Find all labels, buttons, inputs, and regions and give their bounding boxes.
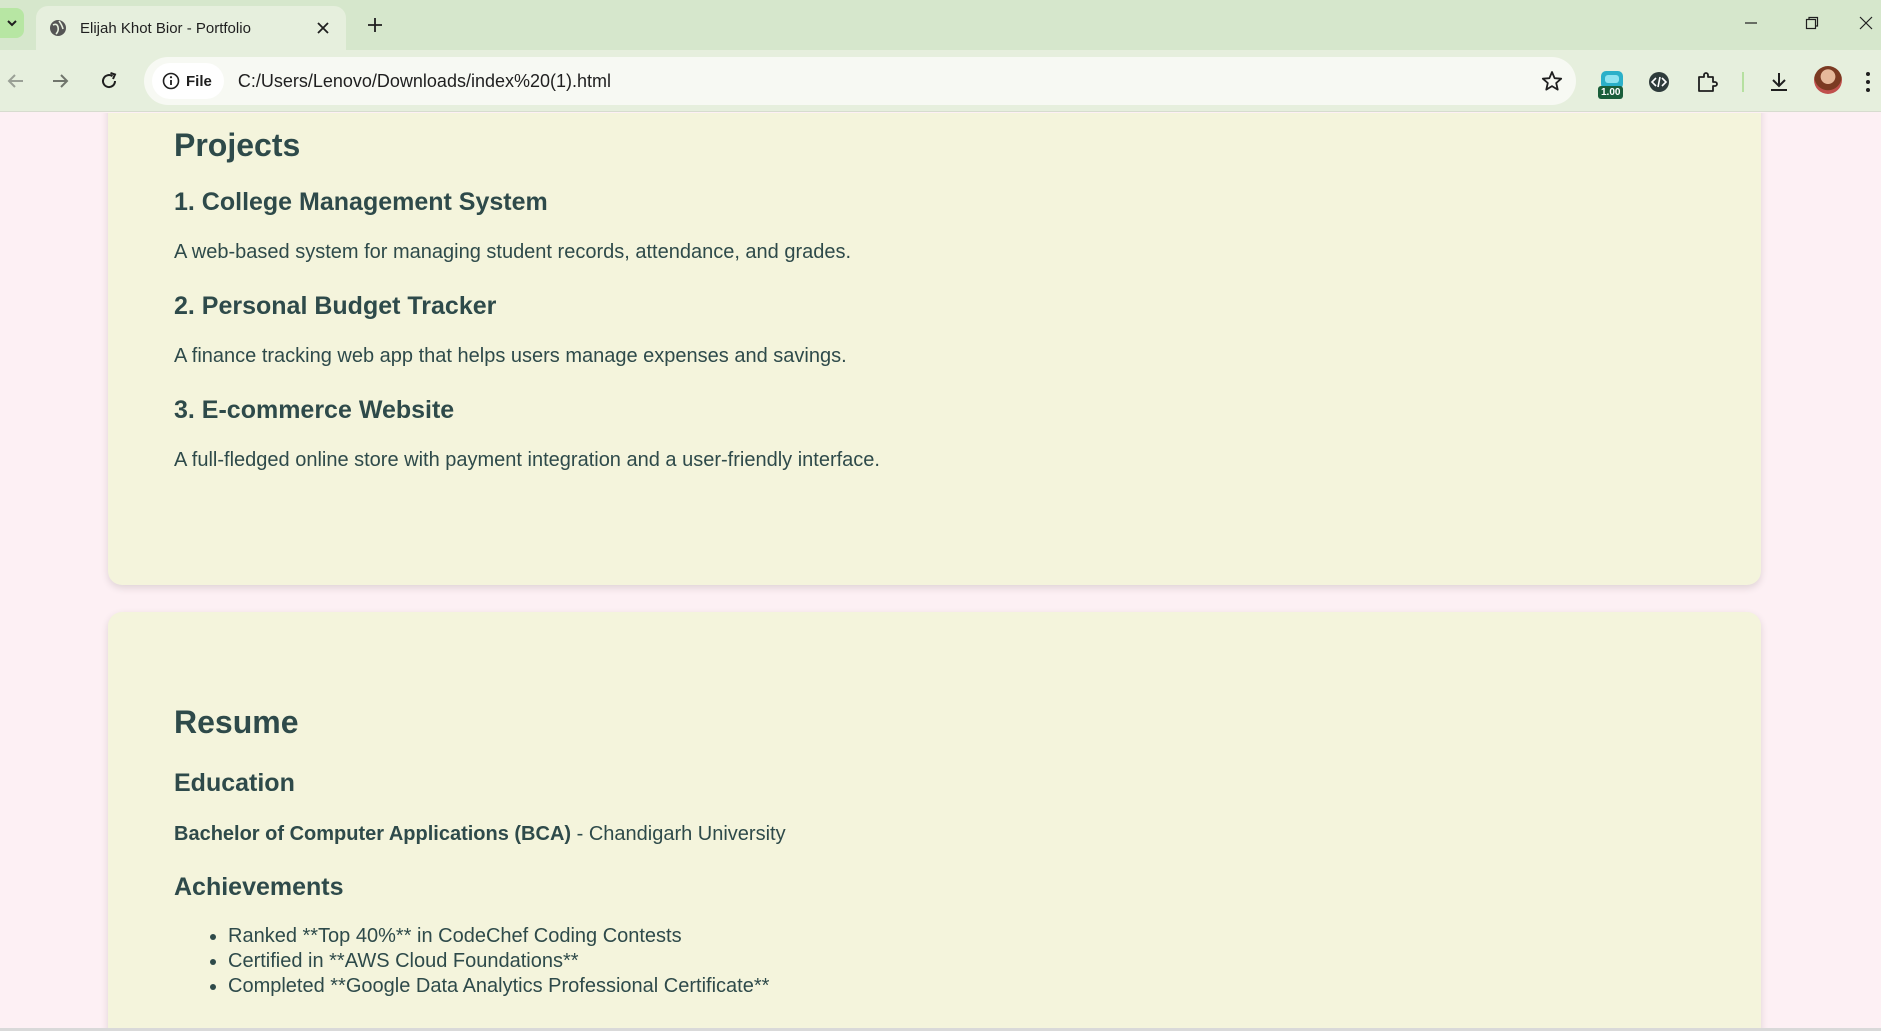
browser-toolbar: File C:/Users/Lenovo/Downloads/index%20(… bbox=[0, 50, 1881, 112]
project-title: 3. E-commerce Website bbox=[174, 396, 455, 424]
chevron-down-icon bbox=[7, 20, 17, 27]
arrow-right-icon bbox=[53, 74, 69, 88]
downloads-button[interactable] bbox=[1762, 65, 1796, 99]
project-description: A full-fledged online store with payment… bbox=[174, 449, 880, 471]
bookmark-button[interactable] bbox=[1536, 65, 1568, 97]
tab-strip: Elijah Khot Bior - Portfolio bbox=[0, 0, 1881, 50]
close-tab-button[interactable] bbox=[312, 17, 334, 39]
project-description: A web-based system for managing student … bbox=[174, 241, 852, 263]
tab-title: Elijah Khot Bior - Portfolio bbox=[80, 19, 251, 37]
restore-icon bbox=[1805, 16, 1819, 30]
dev-extension-button[interactable] bbox=[1642, 65, 1676, 99]
resume-section: Resume Education Bachelor of Computer Ap… bbox=[108, 612, 1761, 1029]
forward-button[interactable] bbox=[44, 65, 76, 97]
achievements-list: Ranked **Top 40%** in CodeChef Coding Co… bbox=[228, 924, 769, 999]
address-bar[interactable]: File C:/Users/Lenovo/Downloads/index%20(… bbox=[144, 57, 1576, 105]
extensions-button[interactable] bbox=[1690, 65, 1724, 99]
reload-icon bbox=[102, 72, 117, 89]
plus-icon bbox=[368, 18, 382, 32]
active-tab[interactable]: Elijah Khot Bior - Portfolio bbox=[36, 6, 346, 50]
project-title: 2. Personal Budget Tracker bbox=[174, 292, 497, 320]
globe-icon bbox=[48, 18, 68, 38]
reload-button[interactable] bbox=[93, 65, 125, 97]
achievement-item: Certified in **AWS Cloud Foundations** bbox=[228, 949, 769, 974]
new-tab-button[interactable] bbox=[360, 10, 390, 40]
close-icon bbox=[317, 22, 329, 34]
url-text[interactable]: C:/Users/Lenovo/Downloads/index%20(1).ht… bbox=[238, 71, 1536, 92]
achievement-item: Completed **Google Data Analytics Profes… bbox=[228, 974, 769, 999]
page-viewport: Projects 1. College Management System A … bbox=[0, 113, 1881, 1029]
extension-badge: 1.00 bbox=[1598, 86, 1624, 99]
code-icon bbox=[1649, 72, 1669, 92]
achievement-item: Ranked **Top 40%** in CodeChef Coding Co… bbox=[228, 924, 769, 949]
close-icon bbox=[1859, 16, 1873, 30]
minimize-icon bbox=[1745, 22, 1757, 24]
kebab-menu-icon bbox=[1866, 72, 1870, 92]
institution-name: - Chandigarh University bbox=[571, 823, 786, 845]
resume-heading: Resume bbox=[174, 704, 299, 740]
minimize-button[interactable] bbox=[1731, 8, 1771, 38]
profile-avatar[interactable] bbox=[1814, 66, 1842, 94]
site-info-chip[interactable]: File bbox=[152, 63, 224, 99]
projects-section: Projects 1. College Management System A … bbox=[108, 113, 1761, 585]
extension-counter-button[interactable]: 1.00 bbox=[1595, 65, 1629, 99]
back-button[interactable] bbox=[0, 65, 32, 97]
puzzle-icon bbox=[1698, 72, 1718, 92]
tab-search-button[interactable] bbox=[0, 8, 24, 38]
project-title: 1. College Management System bbox=[174, 188, 548, 216]
site-info-label: File bbox=[186, 72, 212, 90]
toolbar-separator bbox=[1742, 72, 1744, 92]
education-entry: Bachelor of Computer Applications (BCA) … bbox=[174, 823, 786, 846]
achievements-heading: Achievements bbox=[174, 873, 344, 901]
arrow-left-icon bbox=[7, 74, 23, 88]
star-icon bbox=[1541, 71, 1563, 91]
info-icon bbox=[162, 72, 180, 90]
project-description: A finance tracking web app that helps us… bbox=[174, 345, 847, 367]
restore-button[interactable] bbox=[1792, 8, 1832, 38]
degree-name: Bachelor of Computer Applications (BCA) bbox=[174, 823, 572, 845]
browser-menu-button[interactable] bbox=[1858, 65, 1878, 99]
education-heading: Education bbox=[174, 769, 295, 797]
close-window-button[interactable] bbox=[1851, 8, 1881, 38]
projects-heading: Projects bbox=[174, 127, 301, 163]
download-icon bbox=[1771, 73, 1787, 91]
